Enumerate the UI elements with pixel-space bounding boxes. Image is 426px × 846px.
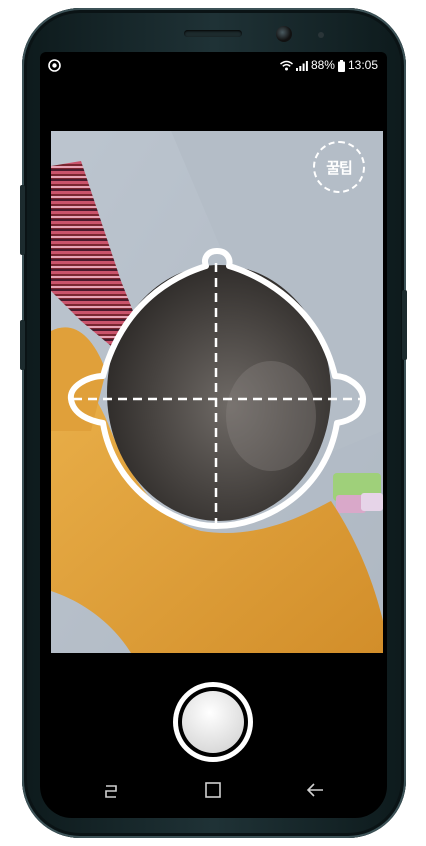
proximity-sensor bbox=[318, 32, 324, 38]
signal-icon bbox=[295, 61, 308, 71]
screen: 88% 13:05 꿀팁 bbox=[40, 52, 387, 818]
notification-app-icon bbox=[48, 59, 61, 72]
tip-badge[interactable]: 꿀팁 bbox=[313, 141, 365, 193]
toy-blocks bbox=[333, 473, 383, 513]
wifi-icon bbox=[279, 60, 293, 71]
shutter-ring bbox=[178, 687, 248, 757]
navigation-bar bbox=[40, 764, 387, 816]
bixby-key bbox=[20, 320, 25, 370]
camera-scene bbox=[51, 131, 383, 653]
volume-key bbox=[20, 185, 25, 255]
tip-badge-label: 꿀팁 bbox=[326, 158, 353, 177]
status-right-group: 88% 13:05 bbox=[279, 58, 378, 72]
battery-percent: 88% bbox=[310, 58, 335, 72]
battery-icon bbox=[337, 59, 345, 72]
hair-highlight bbox=[226, 361, 316, 471]
home-icon[interactable] bbox=[200, 778, 226, 802]
clock: 13:05 bbox=[347, 58, 378, 72]
earpiece-speaker bbox=[184, 30, 242, 37]
front-camera bbox=[276, 26, 292, 42]
shutter-core bbox=[182, 691, 244, 753]
back-arrow-icon[interactable] bbox=[302, 778, 328, 802]
camera-preview: 꿀팁 bbox=[51, 131, 383, 653]
status-bar: 88% 13:05 bbox=[40, 52, 387, 80]
shutter-button[interactable] bbox=[173, 682, 253, 762]
power-key bbox=[402, 290, 407, 360]
recent-apps-icon[interactable] bbox=[98, 778, 124, 802]
